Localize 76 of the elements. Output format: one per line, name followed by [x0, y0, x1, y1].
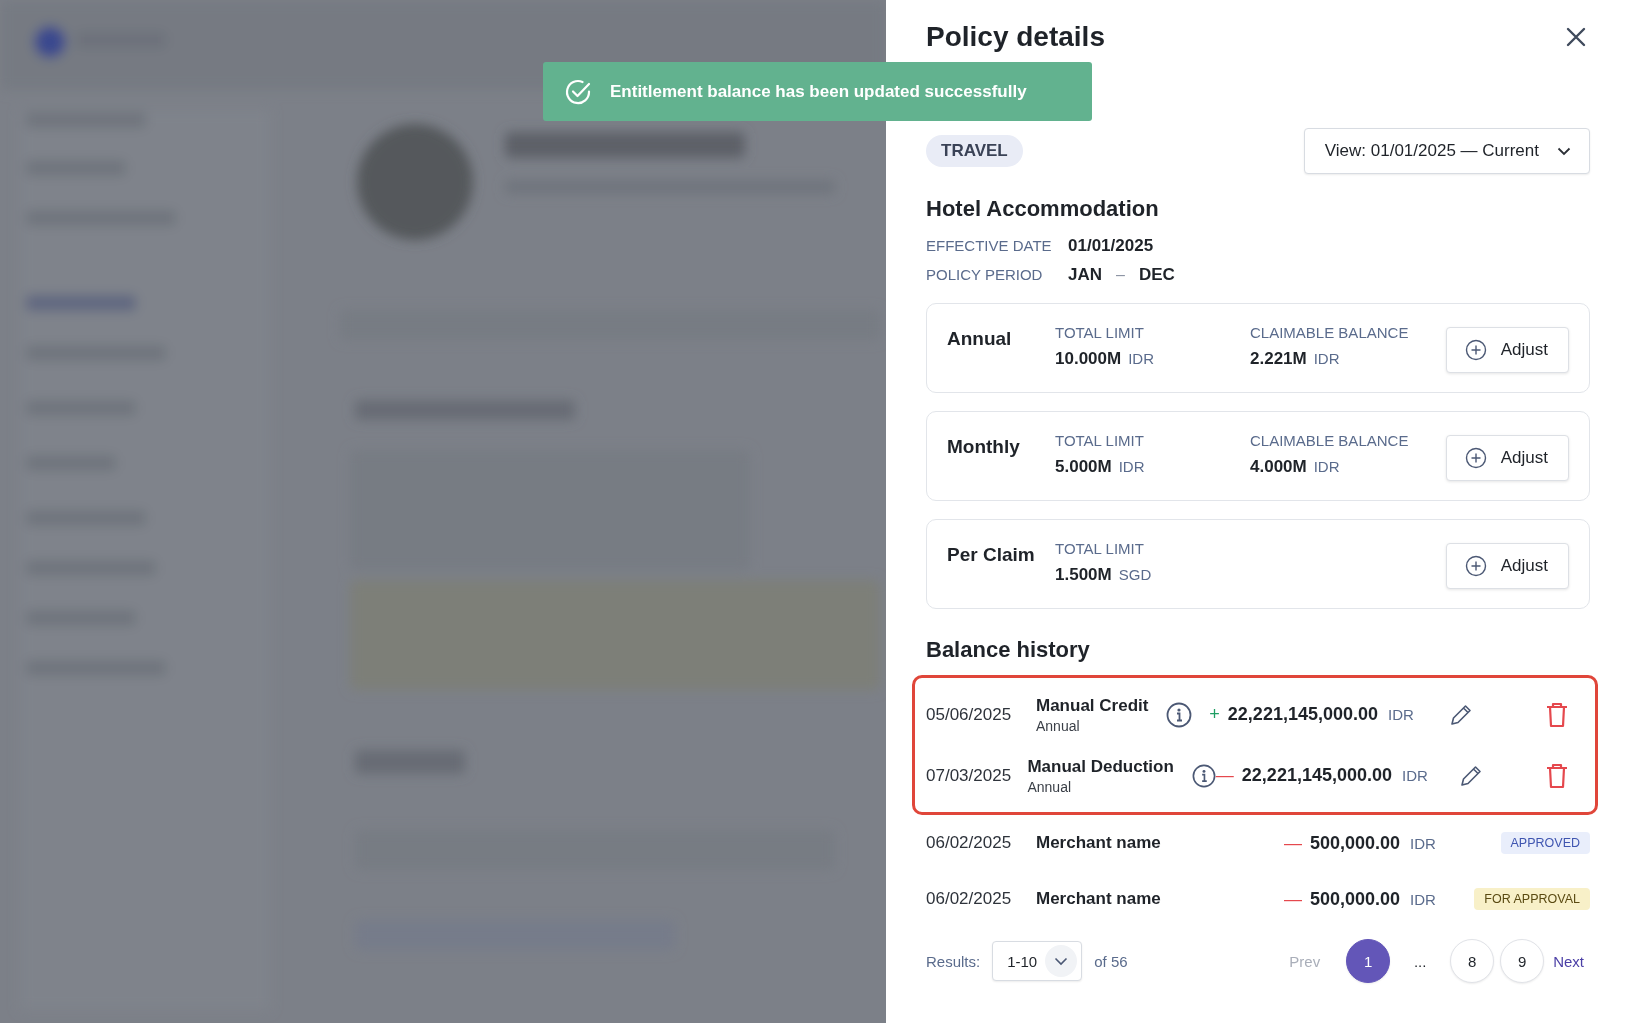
close-icon[interactable]: [1564, 25, 1588, 49]
page-ellipsis: ...: [1412, 952, 1428, 970]
page-button[interactable]: 8: [1450, 939, 1495, 983]
amount: 22,221,145,000.00: [1227, 704, 1378, 725]
figure-value: 10.000M: [1055, 349, 1122, 369]
sign-mark: —: [1283, 888, 1302, 910]
sign-mark: —: [1215, 765, 1234, 786]
delete-icon[interactable]: [1546, 701, 1568, 728]
history-date: 05/06/2025: [926, 704, 1013, 725]
meta-value: DEC: [1138, 265, 1175, 285]
amount: 500,000.00: [1309, 832, 1400, 854]
amount: 22,221,145,000.00: [1241, 765, 1392, 786]
adjust-button[interactable]: Adjust: [1445, 543, 1569, 589]
figure-label: TOTAL LIMIT: [1055, 324, 1145, 341]
page-size-select[interactable]: 1-10: [992, 941, 1083, 981]
limit-name: Per Claim: [947, 544, 1036, 566]
period-separator: –: [1116, 266, 1125, 284]
history-title: Manual Credit: [1036, 695, 1149, 716]
figure-value: 2.221M: [1250, 349, 1307, 369]
panel-title: Policy details: [926, 21, 1105, 53]
status-badge: APPROVED: [1500, 832, 1590, 854]
history-subtitle: Annual: [1036, 717, 1081, 734]
results-total: of 56: [1094, 952, 1128, 970]
limit-name: Annual: [947, 328, 1013, 350]
history-title: Manual Deduction: [1027, 756, 1174, 777]
currency-label: IDR: [1410, 890, 1437, 908]
info-icon[interactable]: [1191, 762, 1216, 789]
figure-value: 4.000M: [1250, 457, 1307, 477]
currency-label: SGD: [1118, 566, 1152, 583]
next-link[interactable]: Next: [1547, 952, 1590, 970]
history-title: Merchant name: [1036, 889, 1161, 909]
amount: 500,000.00: [1309, 888, 1400, 910]
figure-label: TOTAL LIMIT: [1055, 432, 1145, 449]
chevron-down-icon: [1045, 945, 1078, 977]
info-icon[interactable]: [1166, 701, 1193, 728]
adjust-button[interactable]: Adjust: [1445, 435, 1569, 481]
meta-value: JAN: [1068, 265, 1102, 285]
adjust-button[interactable]: Adjust: [1445, 327, 1569, 373]
figure-value: 1.500M: [1055, 565, 1112, 585]
currency-label: IDR: [1128, 350, 1154, 367]
history-date: 06/02/2025: [926, 889, 1013, 909]
currency-label: IDR: [1118, 458, 1145, 475]
sign-mark: +: [1209, 704, 1220, 725]
chevron-down-icon: [1557, 146, 1571, 156]
history-subtitle: Annual: [1027, 778, 1073, 795]
meta-label: EFFECTIVE DATE: [926, 237, 1053, 254]
section-heading: Balance history: [926, 637, 1091, 663]
check-circle-icon: [564, 77, 592, 106]
figure-label: CLAIMABLE BALANCE: [1250, 324, 1410, 341]
results-label: Results:: [926, 952, 981, 970]
delete-icon[interactable]: [1546, 762, 1568, 789]
currency-label: IDR: [1313, 350, 1340, 367]
page-button[interactable]: 9: [1500, 939, 1545, 983]
figure-label: CLAIMABLE BALANCE: [1250, 432, 1410, 449]
limit-name: Monthly: [947, 436, 1021, 458]
plus-circle-icon: [1464, 339, 1487, 361]
meta-label: POLICY PERIOD: [926, 266, 1044, 283]
category-tag: TRAVEL: [926, 135, 1023, 167]
currency-label: IDR: [1402, 767, 1429, 784]
page-button[interactable]: 1: [1346, 939, 1391, 983]
status-badge: FOR APPROVAL: [1474, 888, 1590, 910]
plus-circle-icon: [1464, 447, 1487, 469]
figure-label: TOTAL LIMIT: [1055, 540, 1145, 557]
figure-value: 5.000M: [1055, 457, 1112, 477]
view-dropdown[interactable]: View: 01/01/2025 — Current: [1303, 128, 1590, 174]
history-date: 07/03/2025: [926, 765, 1013, 786]
meta-value: 01/01/2025: [1068, 236, 1154, 256]
history-title: Merchant name: [1036, 833, 1161, 853]
history-date: 06/02/2025: [926, 833, 1013, 853]
sign-mark: —: [1283, 832, 1302, 854]
policy-name: Hotel Accommodation: [926, 196, 1160, 222]
currency-label: IDR: [1410, 834, 1437, 852]
toast-message: Entitlement balance has been updated successfully: [610, 81, 1027, 102]
plus-circle-icon: [1464, 555, 1487, 577]
currency-label: IDR: [1313, 458, 1340, 475]
currency-label: IDR: [1388, 706, 1415, 723]
